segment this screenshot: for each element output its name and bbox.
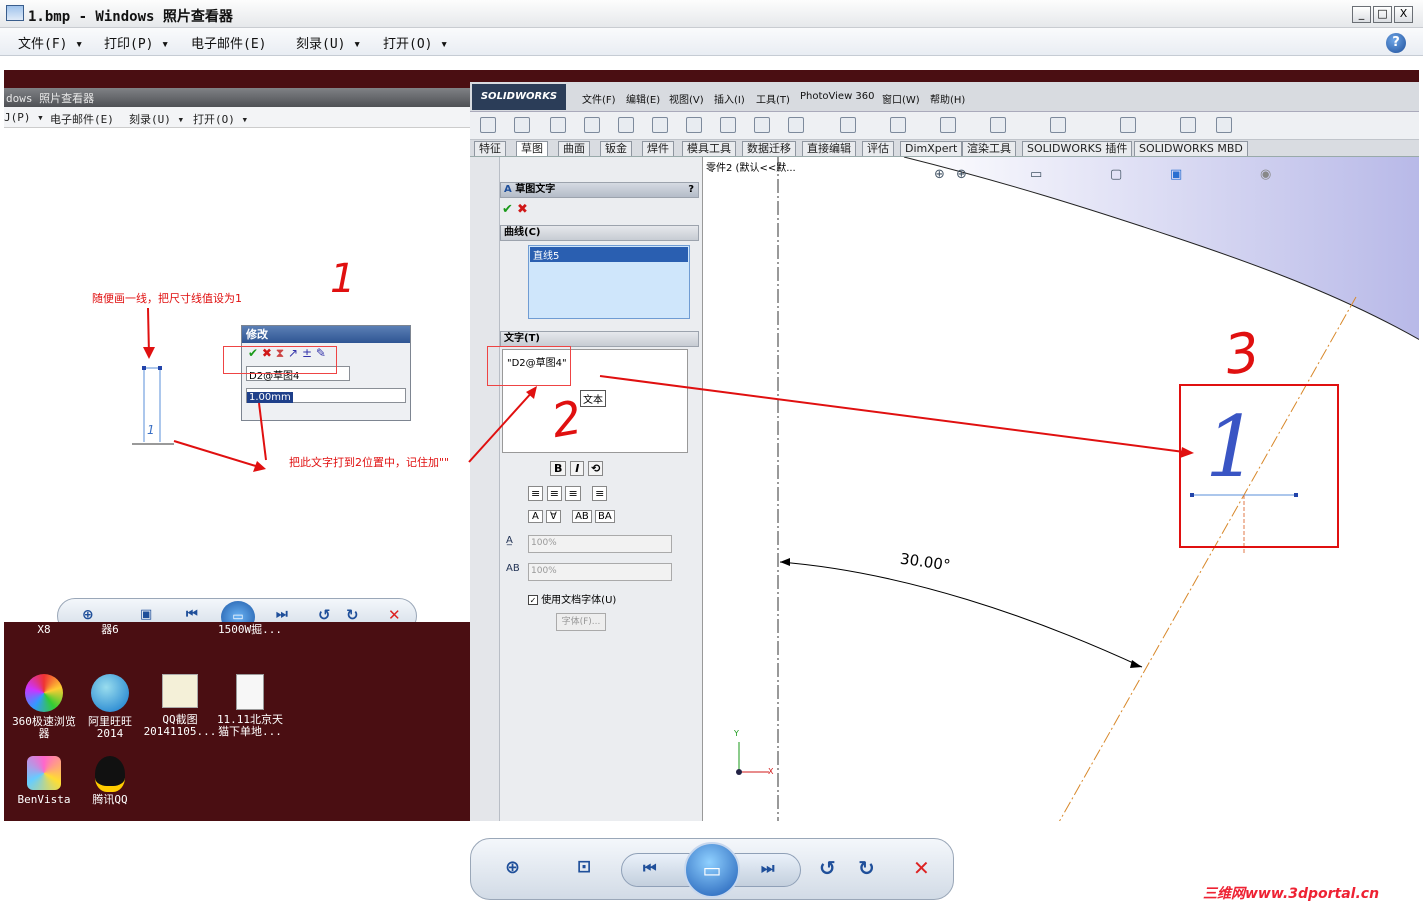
menu-file[interactable]: 文件(F) ▾ (18, 33, 83, 52)
delete-icon[interactable]: ✕ (913, 856, 930, 880)
zoom-icon[interactable]: ⊕ (505, 857, 520, 878)
rotate-ccw-icon[interactable]: ↺ (819, 856, 836, 880)
next-icon[interactable]: ⏭ (761, 859, 775, 877)
watermark: 三维网www.3dportal.cn (1203, 886, 1380, 902)
close-button[interactable]: X (1394, 6, 1413, 23)
fit-window-icon[interactable]: ⊡ (577, 857, 591, 877)
annotation-arrows (143, 307, 1194, 472)
maximize-button[interactable]: □ (1373, 6, 1392, 23)
menu-bar: 文件(F) ▾ 打印(P) ▾ 电子邮件(E) 刻录(U) ▾ 打开(O) ▾ (0, 28, 1423, 56)
help-icon[interactable]: ? (1386, 33, 1406, 53)
window-title: 1.bmp - Windows 照片查看器 (28, 9, 233, 25)
image-viewport: dows 照片查看器 J(P) ▾ 电子邮件(E) 刻录(U) ▾ 打开(O) … (4, 70, 1419, 821)
menu-burn[interactable]: 刻录(U) ▾ (296, 33, 361, 52)
menu-open[interactable]: 打开(O) ▾ (383, 33, 448, 52)
menu-print[interactable]: 打印(P) ▾ (104, 33, 169, 52)
menu-email[interactable]: 电子邮件(E) (191, 33, 266, 52)
app-icon (6, 5, 24, 21)
minimize-button[interactable]: _ (1352, 6, 1371, 23)
title-bar: 1.bmp - Windows 照片查看器 _ □ X (0, 0, 1423, 28)
bottom-control-bar: ⊕ ⊡ ⏮ ▭ ⏭ ↺ ↻ ✕ (470, 838, 954, 900)
rotate-cw-icon[interactable]: ↻ (858, 856, 875, 880)
previous-icon[interactable]: ⏮ (643, 859, 657, 877)
slideshow-icon[interactable]: ▭ (684, 842, 740, 898)
